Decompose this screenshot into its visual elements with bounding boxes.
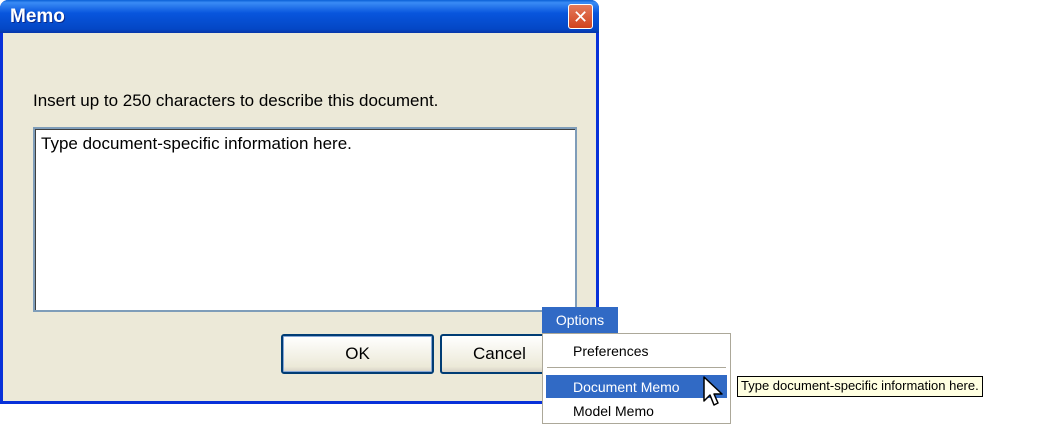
menu-separator (547, 367, 726, 368)
dialog-title: Memo (10, 6, 65, 27)
menu-item-preferences[interactable]: Preferences (546, 339, 727, 362)
menu-item-model-memo[interactable]: Model Memo (546, 399, 727, 422)
tooltip: Type document-specific information here. (737, 376, 983, 397)
mouse-pointer-icon (703, 376, 723, 406)
options-menu-title[interactable]: Options (542, 307, 618, 333)
title-bar[interactable]: Memo ✕ (0, 0, 599, 33)
ok-button[interactable]: OK (281, 334, 434, 374)
close-button[interactable]: ✕ (568, 4, 593, 29)
cancel-button[interactable]: Cancel (440, 334, 550, 374)
close-icon: ✕ (572, 6, 589, 27)
menu-item-document-memo[interactable]: Document Memo (546, 375, 727, 398)
memo-textarea[interactable]: Type document-specific information here. (33, 127, 577, 312)
instruction-label: Insert up to 250 characters to describe … (33, 91, 439, 110)
memo-dialog: Memo ✕ Insert up to 250 characters to de… (0, 0, 599, 404)
